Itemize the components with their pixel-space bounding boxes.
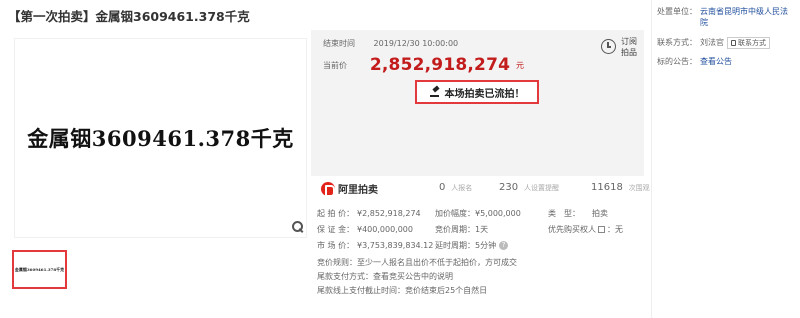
rule-row-deadline: 尾款线上支付截止时间：竞价结束后25个自然日 xyxy=(317,284,517,298)
subscribe-label: 订阅拍品 xyxy=(621,37,637,57)
clock-icon xyxy=(601,39,616,54)
rule-value: 至少一人报名且出价不低于起拍价，方可成交 xyxy=(357,258,517,267)
rule-row-bidding: 竞价规则：至少一人报名且出价不低于起拍价，方可成交 xyxy=(317,256,517,270)
rule-row-payment: 尾款支付方式：查看竞买公告中的说明 xyxy=(317,270,517,284)
ali-auction-logo[interactable]: 阿里拍卖 xyxy=(321,181,378,197)
detail-row-cycle: 竞价周期：1天 xyxy=(435,222,521,238)
rule-value: 竞价结束后25个自然日 xyxy=(405,286,488,295)
detail-row-start-price: 起 拍 价： ¥2,852,918,274 xyxy=(317,206,433,222)
detail-key: 市 场 价： xyxy=(317,241,355,250)
end-time-value: 2019/12/30 10:00:00 xyxy=(373,39,459,48)
logo-text: 阿里拍卖 xyxy=(338,185,378,196)
current-price-label: 当前价 xyxy=(323,60,347,70)
page-title: 【第一次拍卖】金属铟3609461.378千克 xyxy=(8,9,250,24)
detail-key: 加价幅度： xyxy=(435,209,475,218)
views-count: 11618 xyxy=(591,182,623,193)
ali-auction-logo-icon xyxy=(321,181,335,197)
contact-label: 联系方式： xyxy=(657,38,697,47)
zoom-icon[interactable] xyxy=(292,221,304,233)
signups-label: 人报名 xyxy=(451,184,473,192)
thumbnail-text: 金属铟3609461.378千克 xyxy=(14,267,65,272)
detail-value: ¥2,852,918,274 xyxy=(357,209,421,218)
detail-key: 竞价周期： xyxy=(435,225,475,234)
detail-value: ¥400,000,000 xyxy=(357,225,413,234)
org-name: 云南省昆明市中级人民法院 xyxy=(700,7,788,27)
end-time-label: 结束时间 xyxy=(323,39,355,48)
sidebar-divider xyxy=(651,0,652,318)
signups-stat: 0 人报名 xyxy=(439,182,472,193)
detail-key: 优先购买权人 xyxy=(548,225,596,234)
views-stat: 11618 次围观 xyxy=(591,182,650,193)
reminders-count: 230 xyxy=(499,182,519,193)
image-thumbnail[interactable]: 金属铟3609461.378千克 xyxy=(12,250,67,289)
auction-rules: 竞价规则：至少一人报名且出价不低于起拍价，方可成交 尾款支付方式：查看竞买公告中… xyxy=(317,256,517,298)
current-price: 2,852,918,274 xyxy=(369,55,511,75)
detail-key: 延时周期： xyxy=(435,241,475,250)
gavel-icon xyxy=(429,87,441,97)
contact-button-label: 联系方式 xyxy=(738,39,766,47)
notice-label: 标的公告： xyxy=(657,57,697,66)
end-time-row: 结束时间 2019/12/30 10:00:00 xyxy=(323,38,458,49)
detail-key: 起 拍 价： xyxy=(317,209,355,218)
sidebar-notice-row: 标的公告： 查看公告 xyxy=(657,56,732,67)
auction-info-panel: 结束时间 2019/12/30 10:00:00 当前价 2,852,918,2… xyxy=(311,30,644,176)
rule-key: 尾款线上支付截止时间： xyxy=(317,286,405,295)
currency-unit: 元 xyxy=(516,60,525,70)
status-text: 本场拍卖已流拍！ xyxy=(444,88,525,100)
detail-row-market-price: 市 场 价： ¥3,753,839,834.12 xyxy=(317,238,433,254)
auction-stats-bar: 阿里拍卖 0 人报名 230 人设置提醒 11618 次围观 xyxy=(311,178,650,200)
details-column-bidding: 加价幅度：¥5,000,000 竞价周期：1天 延时周期：5分钟? xyxy=(435,206,521,254)
detail-row-deposit: 保 证 金： ¥400,000,000 xyxy=(317,222,433,238)
auction-status-banner: 本场拍卖已流拍！ xyxy=(415,80,539,104)
notice-link[interactable]: 查看公告 xyxy=(700,57,732,66)
detail-value: ：无 xyxy=(607,225,623,234)
current-price-row: 当前价 2,852,918,274 元 xyxy=(323,55,524,75)
detail-value: 拍卖 xyxy=(592,209,608,218)
detail-key: 保 证 金： xyxy=(317,225,355,234)
reminders-stat: 230 人设置提醒 xyxy=(499,182,559,193)
detail-value: 5分钟 xyxy=(475,241,497,250)
detail-value: ¥3,753,839,834.12 xyxy=(357,241,434,250)
detail-row-type: 类 型： 拍卖 xyxy=(548,206,623,222)
org-label: 处置单位： xyxy=(657,7,697,16)
contact-name: 刘法官 xyxy=(700,38,724,47)
detail-key: 类 型： xyxy=(548,209,580,218)
rule-key: 尾款支付方式： xyxy=(317,272,373,281)
detail-value: 1天 xyxy=(475,225,489,234)
rule-value: 查看竞买公告中的说明 xyxy=(373,272,453,281)
sidebar-contact-row: 联系方式： 刘法官 联系方式 xyxy=(657,37,770,49)
help-icon[interactable]: ? xyxy=(499,241,509,250)
lot-main-image: 金属铟3609461.378千克 xyxy=(14,38,307,238)
detail-row-delay: 延时周期：5分钟? xyxy=(435,238,521,254)
info-icon[interactable] xyxy=(598,226,605,233)
rule-key: 竞价规则： xyxy=(317,258,357,267)
lot-image-text: 金属铟3609461.378千克 xyxy=(27,126,294,151)
reminders-label: 人设置提醒 xyxy=(523,184,559,192)
signups-count: 0 xyxy=(439,182,446,193)
phone-icon xyxy=(731,40,736,46)
subscribe-button[interactable]: 订阅拍品 xyxy=(597,35,642,63)
views-label: 次围观 xyxy=(628,184,650,192)
sidebar-org-row: 处置单位： 云南省昆明市中级人民法院 xyxy=(657,6,792,28)
details-column-type: 类 型： 拍卖 优先购买权人 ：无 xyxy=(548,206,623,238)
detail-row-increment: 加价幅度：¥5,000,000 xyxy=(435,206,521,222)
detail-row-priority: 优先购买权人 ：无 xyxy=(548,222,623,238)
details-column-price: 起 拍 价： ¥2,852,918,274 保 证 金： ¥400,000,000 … xyxy=(317,206,433,254)
contact-button[interactable]: 联系方式 xyxy=(727,37,770,49)
detail-value: ¥5,000,000 xyxy=(475,209,521,218)
